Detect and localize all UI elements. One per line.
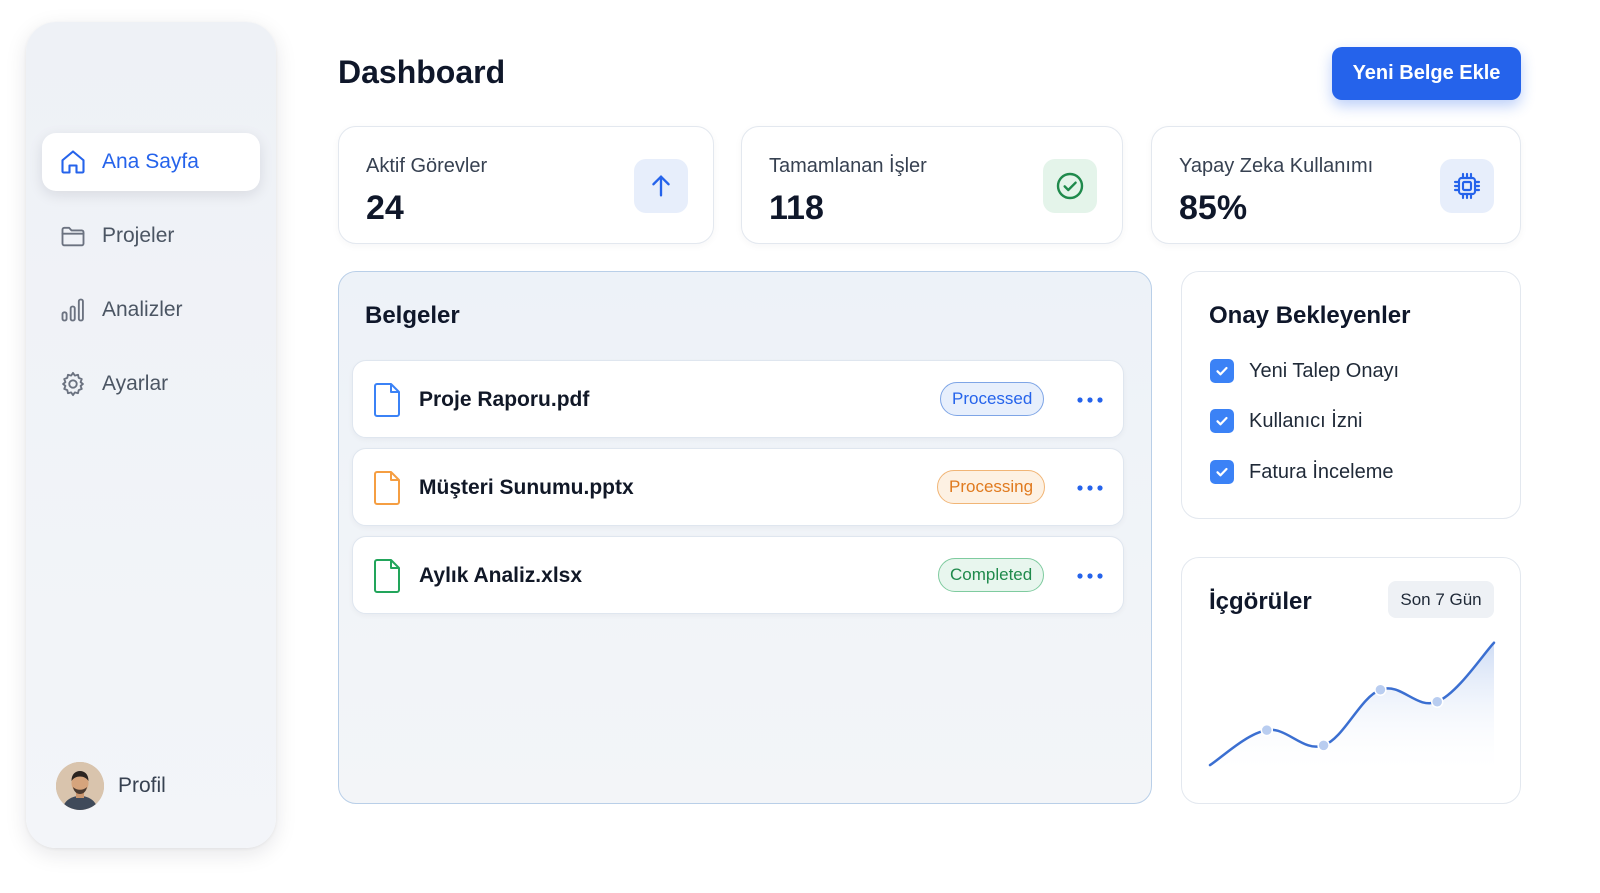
dashboard-app: Ana Sayfa Projeler Analizler Ayarlar Pro… — [0, 0, 1600, 893]
avatar — [56, 762, 104, 810]
sidebar-item-ayarlar[interactable]: Ayarlar — [42, 355, 260, 413]
stat-label: Tamamlanan İşler — [769, 155, 927, 177]
approval-label: Yeni Talep Onayı — [1249, 359, 1400, 382]
document-name: Proje Raporu.pdf — [419, 388, 590, 411]
sidebar-item-label: Ana Sayfa — [102, 150, 199, 173]
approval-label: Kullanıcı İzni — [1249, 409, 1363, 432]
sidebar-item-label: Ayarlar — [102, 372, 169, 395]
stat-value: 85% — [1179, 189, 1248, 227]
stat-card-active-tasks: Aktif Görevler 24 — [338, 126, 714, 244]
sidebar: Ana Sayfa Projeler Analizler Ayarlar Pro… — [26, 22, 276, 848]
approvals-title: Onay Bekleyenler — [1209, 302, 1411, 329]
stat-label: Aktif Görevler — [366, 155, 488, 177]
bar-chart-icon — [58, 295, 88, 325]
file-pptx-icon — [373, 469, 403, 507]
approval-item[interactable]: Kullanıcı İzni — [1210, 409, 1362, 433]
document-name: Aylık Analiz.xlsx — [419, 564, 583, 587]
stat-value: 118 — [769, 189, 824, 227]
home-icon — [58, 147, 88, 177]
approval-label: Fatura İnceleme — [1249, 460, 1394, 483]
sidebar-item-label: Projeler — [102, 224, 175, 247]
status-badge: Completed — [938, 558, 1045, 592]
sidebar-item-analizler[interactable]: Analizler — [42, 281, 260, 339]
file-xlsx-icon — [373, 557, 403, 595]
insights-title: İçgörüler — [1209, 588, 1312, 615]
document-row[interactable]: Proje Raporu.pdf Processed — [352, 360, 1124, 438]
checkbox-checked[interactable] — [1210, 359, 1234, 383]
status-badge: Processing — [937, 470, 1046, 504]
arrow-up-icon — [634, 159, 688, 213]
folder-icon — [58, 221, 88, 251]
approvals-panel: Onay Bekleyenler Yeni Talep Onayı Kullan… — [1181, 271, 1521, 519]
profile-link[interactable]: Profil — [56, 762, 166, 810]
gear-icon — [58, 369, 88, 399]
checkbox-checked[interactable] — [1210, 460, 1234, 484]
document-row[interactable]: Aylık Analiz.xlsx Completed — [352, 536, 1124, 614]
status-badge: Processed — [940, 382, 1045, 416]
more-options-icon[interactable] — [1073, 559, 1107, 593]
documents-panel: Belgeler Proje Raporu.pdf Processed Müşt… — [338, 271, 1152, 804]
documents-title: Belgeler — [365, 302, 460, 329]
sidebar-item-projeler[interactable]: Projeler — [42, 207, 260, 265]
document-row[interactable]: Müşteri Sunumu.pptx Processing — [352, 448, 1124, 526]
sidebar-item-ana-sayfa[interactable]: Ana Sayfa — [42, 133, 260, 191]
sidebar-item-label: Analizler — [102, 298, 183, 321]
stat-value: 24 — [366, 189, 404, 227]
sidebar-nav: Ana Sayfa Projeler Analizler Ayarlar — [42, 133, 260, 429]
document-name: Müşteri Sunumu.pptx — [419, 476, 634, 499]
check-circle-icon — [1043, 159, 1097, 213]
profile-label: Profil — [118, 774, 166, 797]
file-pdf-icon — [373, 381, 403, 419]
stat-card-ai-usage: Yapay Zeka Kullanımı 85% — [1151, 126, 1521, 244]
chart-point — [1317, 739, 1330, 752]
page-title: Dashboard — [338, 54, 506, 90]
chart-area-fill — [1210, 642, 1494, 776]
date-range-selector[interactable]: Son 7 Gün — [1388, 581, 1494, 618]
stat-label: Yapay Zeka Kullanımı — [1179, 155, 1374, 177]
chart-point — [1430, 695, 1444, 708]
approval-item[interactable]: Fatura İnceleme — [1210, 460, 1394, 484]
cpu-chip-icon — [1440, 159, 1494, 213]
chart-point — [1374, 683, 1387, 696]
more-options-icon[interactable] — [1073, 471, 1107, 505]
checkbox-checked[interactable] — [1210, 409, 1234, 433]
add-document-button[interactable]: Yeni Belge Ekle — [1332, 47, 1521, 100]
chart-point — [1260, 723, 1274, 737]
insights-panel: İçgörüler Son 7 Gün — [1181, 557, 1521, 804]
approval-item[interactable]: Yeni Talep Onayı — [1210, 359, 1399, 383]
stat-card-completed-jobs: Tamamlanan İşler 118 — [741, 126, 1123, 244]
more-options-icon[interactable] — [1073, 383, 1107, 417]
